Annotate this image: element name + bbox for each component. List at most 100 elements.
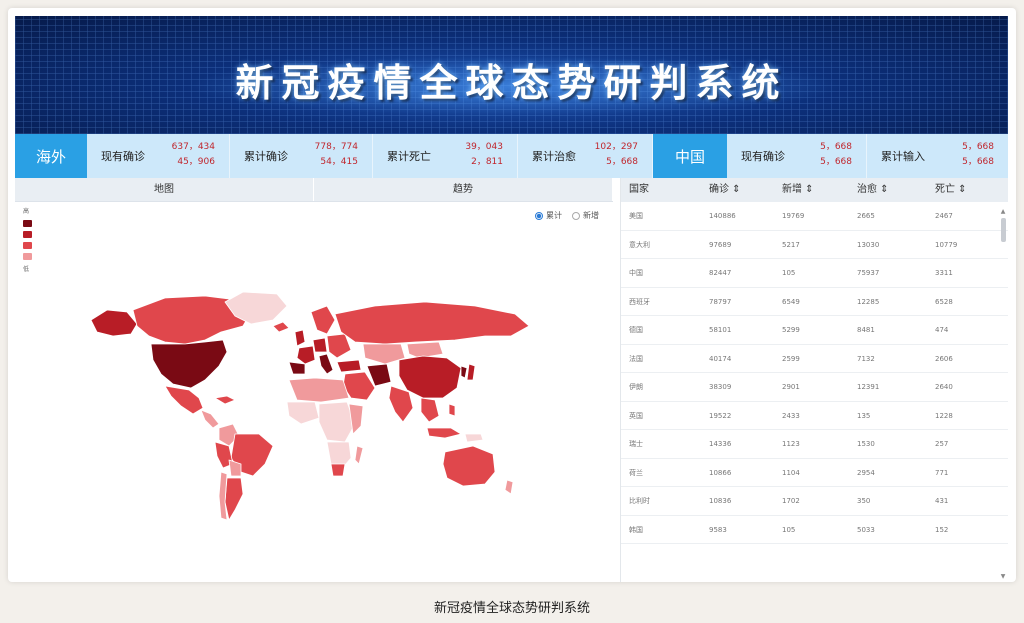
region-mongolia[interactable] [406, 341, 444, 359]
table-row[interactable]: 意大利 97689 5217 13030 10779 [621, 231, 1008, 259]
page-title: 新冠疫情全球态势研判系统 [235, 61, 788, 105]
tab-trend[interactable]: 趋势 [314, 178, 613, 201]
table-cell: 荷兰 [629, 468, 643, 477]
region-madagascar[interactable] [354, 445, 364, 465]
region-alaska[interactable] [90, 309, 138, 337]
table-cell: 2599 [782, 354, 800, 363]
header-confirmed[interactable]: 确诊 ⇕ [701, 178, 774, 202]
table-cell: 西班牙 [629, 297, 650, 306]
region-germany[interactable] [312, 337, 328, 353]
stat-label: 现有确诊 [101, 150, 145, 163]
table-cell: 1104 [782, 468, 800, 477]
stat-total-recovered: 累计治愈 102，297 5，668 [518, 134, 653, 178]
table-row[interactable]: 英国 19522 2433 135 1228 [621, 402, 1008, 430]
stat-current-confirmed: 现有确诊 637，434 45，906 [87, 134, 230, 178]
overseas-tag[interactable]: 海外 [15, 134, 87, 178]
table-cell: 中国 [629, 269, 643, 277]
table-body: 美国 140886 19769 2665 2467 意大利 97689 5217 13030 10… [621, 202, 1008, 544]
table-cell: 10836 [709, 497, 732, 505]
stat-label: 累计输入 [881, 150, 925, 163]
table-row[interactable]: 荷兰 10866 1104 2954 771 [621, 459, 1008, 487]
region-southeast-asia[interactable] [420, 397, 440, 423]
region-france[interactable] [296, 345, 316, 365]
table-cell: 97689 [709, 240, 732, 249]
region-new-zealand[interactable] [504, 479, 514, 495]
table-row[interactable]: 中国 82447 105 75937 3311 [621, 259, 1008, 288]
table-cell: 7132 [857, 354, 875, 363]
region-papua[interactable] [464, 433, 484, 443]
table-cell: 257 [935, 440, 949, 448]
table-cell: 82447 [709, 269, 732, 277]
header-new[interactable]: 新增 ⇕ [774, 178, 849, 202]
stat-label: 累计死亡 [387, 150, 431, 163]
scroll-down-icon[interactable]: ▼ [1000, 573, 1006, 580]
region-central-america[interactable] [200, 409, 220, 429]
table-row[interactable]: 美国 140886 19769 2665 2467 [621, 202, 1008, 231]
table-cell: 10779 [935, 240, 958, 249]
region-usa[interactable] [150, 339, 228, 389]
region-indonesia[interactable] [426, 427, 462, 439]
table-cell: 19522 [709, 411, 732, 420]
stat-value: 45，906 [177, 157, 215, 167]
region-philippines[interactable] [448, 403, 456, 417]
region-iceland[interactable] [272, 321, 290, 333]
region-mexico[interactable] [164, 385, 204, 415]
region-italy[interactable] [318, 353, 334, 375]
region-eastern-europe[interactable] [326, 333, 352, 359]
table-cell: 美国 [629, 212, 643, 220]
table-scrollbar[interactable]: ▲ ▼ [1000, 208, 1006, 580]
table-cell: 2954 [857, 468, 875, 477]
scroll-up-icon[interactable]: ▲ [1000, 208, 1006, 215]
table-row[interactable]: 比利时 10836 1702 350 431 [621, 487, 1008, 516]
scroll-thumb[interactable] [1001, 218, 1006, 242]
table-cell: 2467 [935, 212, 953, 220]
table-cell: 意大利 [629, 240, 650, 249]
stat-value: 5，668 [606, 157, 638, 167]
table-cell: 1228 [935, 411, 953, 420]
world-map[interactable] [15, 202, 613, 582]
table-cell: 英国 [629, 411, 643, 420]
region-spain[interactable] [288, 361, 306, 375]
table-cell: 135 [857, 411, 871, 420]
table-row[interactable]: 伊朗 38309 2901 12391 2640 [621, 373, 1008, 402]
table-cell: 2433 [782, 411, 800, 420]
table-cell: 瑞士 [629, 440, 643, 448]
region-turkey[interactable] [336, 359, 362, 373]
region-uk[interactable] [294, 329, 306, 347]
stat-label: 现有确诊 [741, 150, 785, 163]
stat-value: 54，415 [320, 157, 358, 167]
table-cell: 5033 [857, 525, 875, 534]
header-recovered[interactable]: 治愈 ⇕ [849, 178, 927, 202]
region-korea[interactable] [460, 365, 468, 379]
region-australia[interactable] [442, 445, 496, 487]
table-cell: 3311 [935, 269, 953, 277]
country-table: 国家 确诊 ⇕ 新增 ⇕ 治愈 ⇕ 死亡 ⇕ 美国 140886 19769 2665… [620, 178, 1008, 582]
stat-china-imported: 累计输入 5，668 5，668 [867, 134, 1008, 178]
table-row[interactable]: 法国 40174 2599 7132 2606 [621, 345, 1008, 373]
table-cell: 12391 [857, 383, 880, 391]
header-deaths[interactable]: 死亡 ⇕ [927, 178, 997, 202]
region-argentina[interactable] [224, 477, 244, 521]
china-tag[interactable]: 中国 [653, 134, 727, 178]
table-cell: 6549 [782, 297, 800, 306]
table-cell: 40174 [709, 354, 732, 363]
region-scandinavia[interactable] [310, 305, 336, 335]
region-caribbean[interactable] [214, 395, 236, 405]
region-japan[interactable] [466, 363, 476, 381]
table-row[interactable]: 德国 58101 5299 8481 474 [621, 316, 1008, 345]
table-header: 国家 确诊 ⇕ 新增 ⇕ 治愈 ⇕ 死亡 ⇕ [621, 178, 1008, 202]
table-cell: 2640 [935, 383, 953, 391]
table-cell: 1123 [782, 440, 800, 448]
table-row[interactable]: 韩国 9583 105 5033 152 [621, 516, 1008, 544]
region-west-africa[interactable] [286, 401, 320, 425]
tab-map[interactable]: 地图 [15, 178, 314, 201]
table-cell: 法国 [629, 354, 643, 363]
table-cell: 75937 [857, 269, 880, 277]
region-chile[interactable] [218, 471, 228, 521]
table-row[interactable]: 西班牙 78797 6549 12285 6528 [621, 288, 1008, 316]
region-south-africa[interactable] [330, 463, 346, 477]
stat-value: 778，774 [314, 142, 358, 152]
region-north-africa[interactable] [288, 377, 350, 403]
region-russia[interactable] [334, 301, 530, 345]
table-row[interactable]: 瑞士 14336 1123 1530 257 [621, 430, 1008, 459]
